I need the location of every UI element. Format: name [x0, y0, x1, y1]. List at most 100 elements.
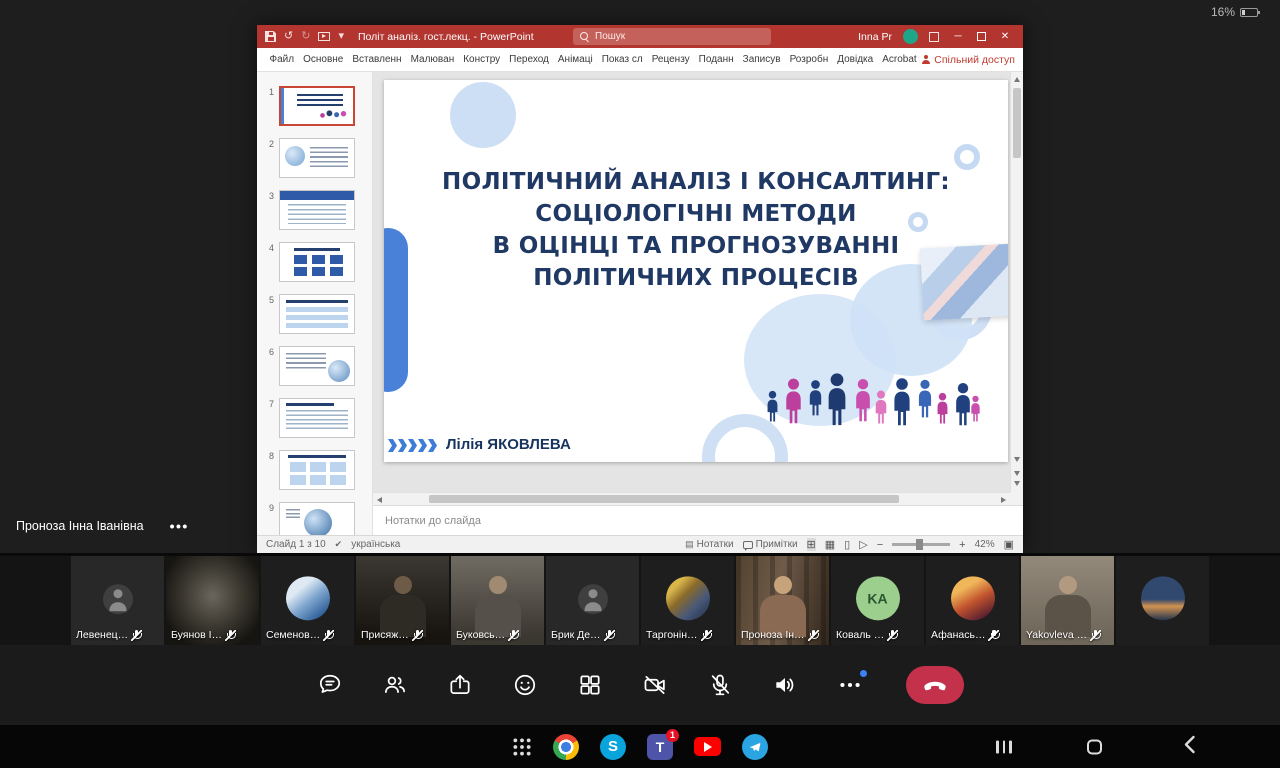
skype-icon[interactable]: S	[600, 734, 626, 760]
search-box[interactable]: Пошук	[573, 28, 771, 45]
participant-tile[interactable]: Афанась…	[926, 556, 1019, 645]
slide-counter[interactable]: Слайд 1 з 10	[266, 539, 326, 550]
zoom-slider-thumb[interactable]	[916, 539, 923, 550]
participant-tile[interactable]: Буянов І…	[166, 556, 259, 645]
scroll-left-arrow-icon[interactable]	[377, 497, 382, 503]
presenter-more-options-icon[interactable]: •••	[170, 518, 189, 534]
participant-tile[interactable]: Присяж…	[356, 556, 449, 645]
slide-thumbnail[interactable]	[279, 450, 355, 490]
fit-slide-to-window-button[interactable]: ▣	[1004, 538, 1014, 551]
participant-name-row: Левенец…	[76, 629, 142, 641]
nav-home-icon[interactable]	[1087, 739, 1102, 754]
tab-animations[interactable]: Анімаці	[553, 54, 597, 65]
zoom-slider[interactable]	[892, 543, 950, 546]
notes-pane[interactable]: Нотатки до слайда	[373, 505, 1023, 535]
slide-thumbnail[interactable]	[279, 138, 355, 178]
camera-toggle-button[interactable]	[642, 672, 668, 698]
youtube-icon[interactable]	[694, 737, 721, 756]
slide-thumbnail[interactable]	[279, 86, 355, 126]
gallery-view-button[interactable]	[577, 672, 603, 698]
tab-transitions[interactable]: Переход	[505, 54, 554, 65]
vertical-scroll-thumb[interactable]	[1013, 88, 1021, 158]
scroll-down-arrow-icon[interactable]	[1014, 457, 1020, 462]
tab-review[interactable]: Рецензу	[647, 54, 694, 65]
tab-acrobat[interactable]: Acrobat	[878, 54, 921, 65]
slide-thumbnail[interactable]	[279, 294, 355, 334]
tab-draw[interactable]: Малюван	[406, 54, 459, 65]
normal-view-button[interactable]: ⊞	[807, 538, 816, 551]
slideshow-view-button[interactable]: ▷	[859, 538, 867, 551]
participant-tile[interactable]: Проноза Ін…	[736, 556, 829, 645]
slide-thumbnail-item: 9	[257, 502, 372, 535]
previous-slide-icon[interactable]	[1014, 471, 1020, 476]
slide-thumbnail[interactable]	[279, 502, 355, 535]
minimize-button[interactable]: ─	[950, 31, 966, 42]
notes-toggle[interactable]: ▤ Нотатки	[685, 539, 733, 550]
share-document-button[interactable]: Спільний доступ	[921, 54, 1015, 66]
mic-toggle-button[interactable]	[707, 672, 733, 698]
participant-tile[interactable]: Семенов…	[261, 556, 354, 645]
slide-sorter-view-button[interactable]: ▦	[825, 538, 835, 551]
reading-view-button[interactable]: ▯	[844, 538, 850, 551]
horizontal-scroll-thumb[interactable]	[429, 495, 899, 503]
speaker-button[interactable]	[772, 672, 798, 698]
tab-help[interactable]: Довідка	[833, 54, 878, 65]
scroll-right-arrow-icon[interactable]	[1001, 497, 1006, 503]
zoom-percentage[interactable]: 42%	[975, 539, 995, 550]
participant-tile[interactable]: Таргонін…	[641, 556, 734, 645]
participant-tile[interactable]: Левенец…	[71, 556, 164, 645]
participant-tile[interactable]	[1116, 556, 1209, 645]
participant-tile[interactable]: KA Коваль …	[831, 556, 924, 645]
save-icon[interactable]	[265, 31, 276, 42]
tab-home[interactable]: Основне	[299, 54, 348, 65]
slide-thumbnail[interactable]	[279, 346, 355, 386]
maximize-button[interactable]	[977, 32, 986, 41]
customize-toolbar-dropdown-icon[interactable]: ▾	[338, 31, 344, 42]
tab-slideshow[interactable]: Показ сл	[597, 54, 647, 65]
chat-button[interactable]	[317, 672, 343, 698]
tab-insert[interactable]: Вставленн	[348, 54, 406, 65]
redo-icon[interactable]: ↻	[301, 31, 310, 42]
language-indicator[interactable]: українська	[351, 539, 400, 550]
nav-recents-icon[interactable]	[996, 740, 1012, 753]
slide-thumbnail[interactable]	[279, 398, 355, 438]
slide-thumbnail[interactable]	[279, 190, 355, 230]
slide-number: 8	[265, 450, 274, 490]
teams-icon[interactable]: T 1	[647, 734, 673, 760]
spellcheck-icon[interactable]: ✔	[335, 539, 343, 550]
tab-recording[interactable]: Записув	[738, 54, 785, 65]
ribbon-display-options-icon[interactable]	[929, 32, 939, 42]
close-button[interactable]: ✕	[997, 31, 1013, 42]
account-avatar[interactable]	[903, 29, 918, 44]
participants-button[interactable]	[382, 672, 408, 698]
comments-toggle[interactable]: Примітки	[743, 539, 798, 550]
start-slideshow-icon[interactable]	[318, 32, 330, 41]
nav-back-icon[interactable]	[1183, 734, 1196, 760]
slide-number: 9	[265, 502, 274, 535]
zoom-in-button[interactable]: +	[959, 539, 965, 551]
apps-grid-icon[interactable]	[512, 737, 532, 757]
scroll-up-arrow-icon[interactable]	[1014, 77, 1020, 82]
tab-file[interactable]: Файл	[265, 54, 299, 65]
zoom-out-button[interactable]: −	[877, 539, 883, 551]
next-slide-icon[interactable]	[1014, 481, 1020, 486]
tab-design[interactable]: Констру	[459, 54, 505, 65]
horizontal-scrollbar[interactable]	[373, 492, 1010, 505]
slide-thumbnail[interactable]	[279, 242, 355, 282]
participant-tile[interactable]: Буковсь…	[451, 556, 544, 645]
vertical-scrollbar[interactable]	[1010, 72, 1023, 492]
mic-muted-icon	[604, 630, 615, 641]
telegram-icon[interactable]	[742, 734, 768, 760]
participant-tile-active-speaker[interactable]: Yakovleva …	[1021, 556, 1114, 645]
share-screen-button[interactable]	[447, 672, 473, 698]
tab-developer[interactable]: Розробн	[785, 54, 833, 65]
reactions-button[interactable]	[512, 672, 538, 698]
battery-indicator: 16%	[1211, 5, 1258, 19]
account-name[interactable]: Inna Pr	[858, 31, 892, 43]
tab-view[interactable]: Поданн	[694, 54, 738, 65]
undo-icon[interactable]: ↺	[284, 31, 293, 42]
chrome-icon[interactable]	[553, 734, 579, 760]
more-options-button[interactable]	[837, 672, 863, 698]
hang-up-button[interactable]	[906, 666, 964, 704]
participant-tile[interactable]: Брик Де…	[546, 556, 639, 645]
